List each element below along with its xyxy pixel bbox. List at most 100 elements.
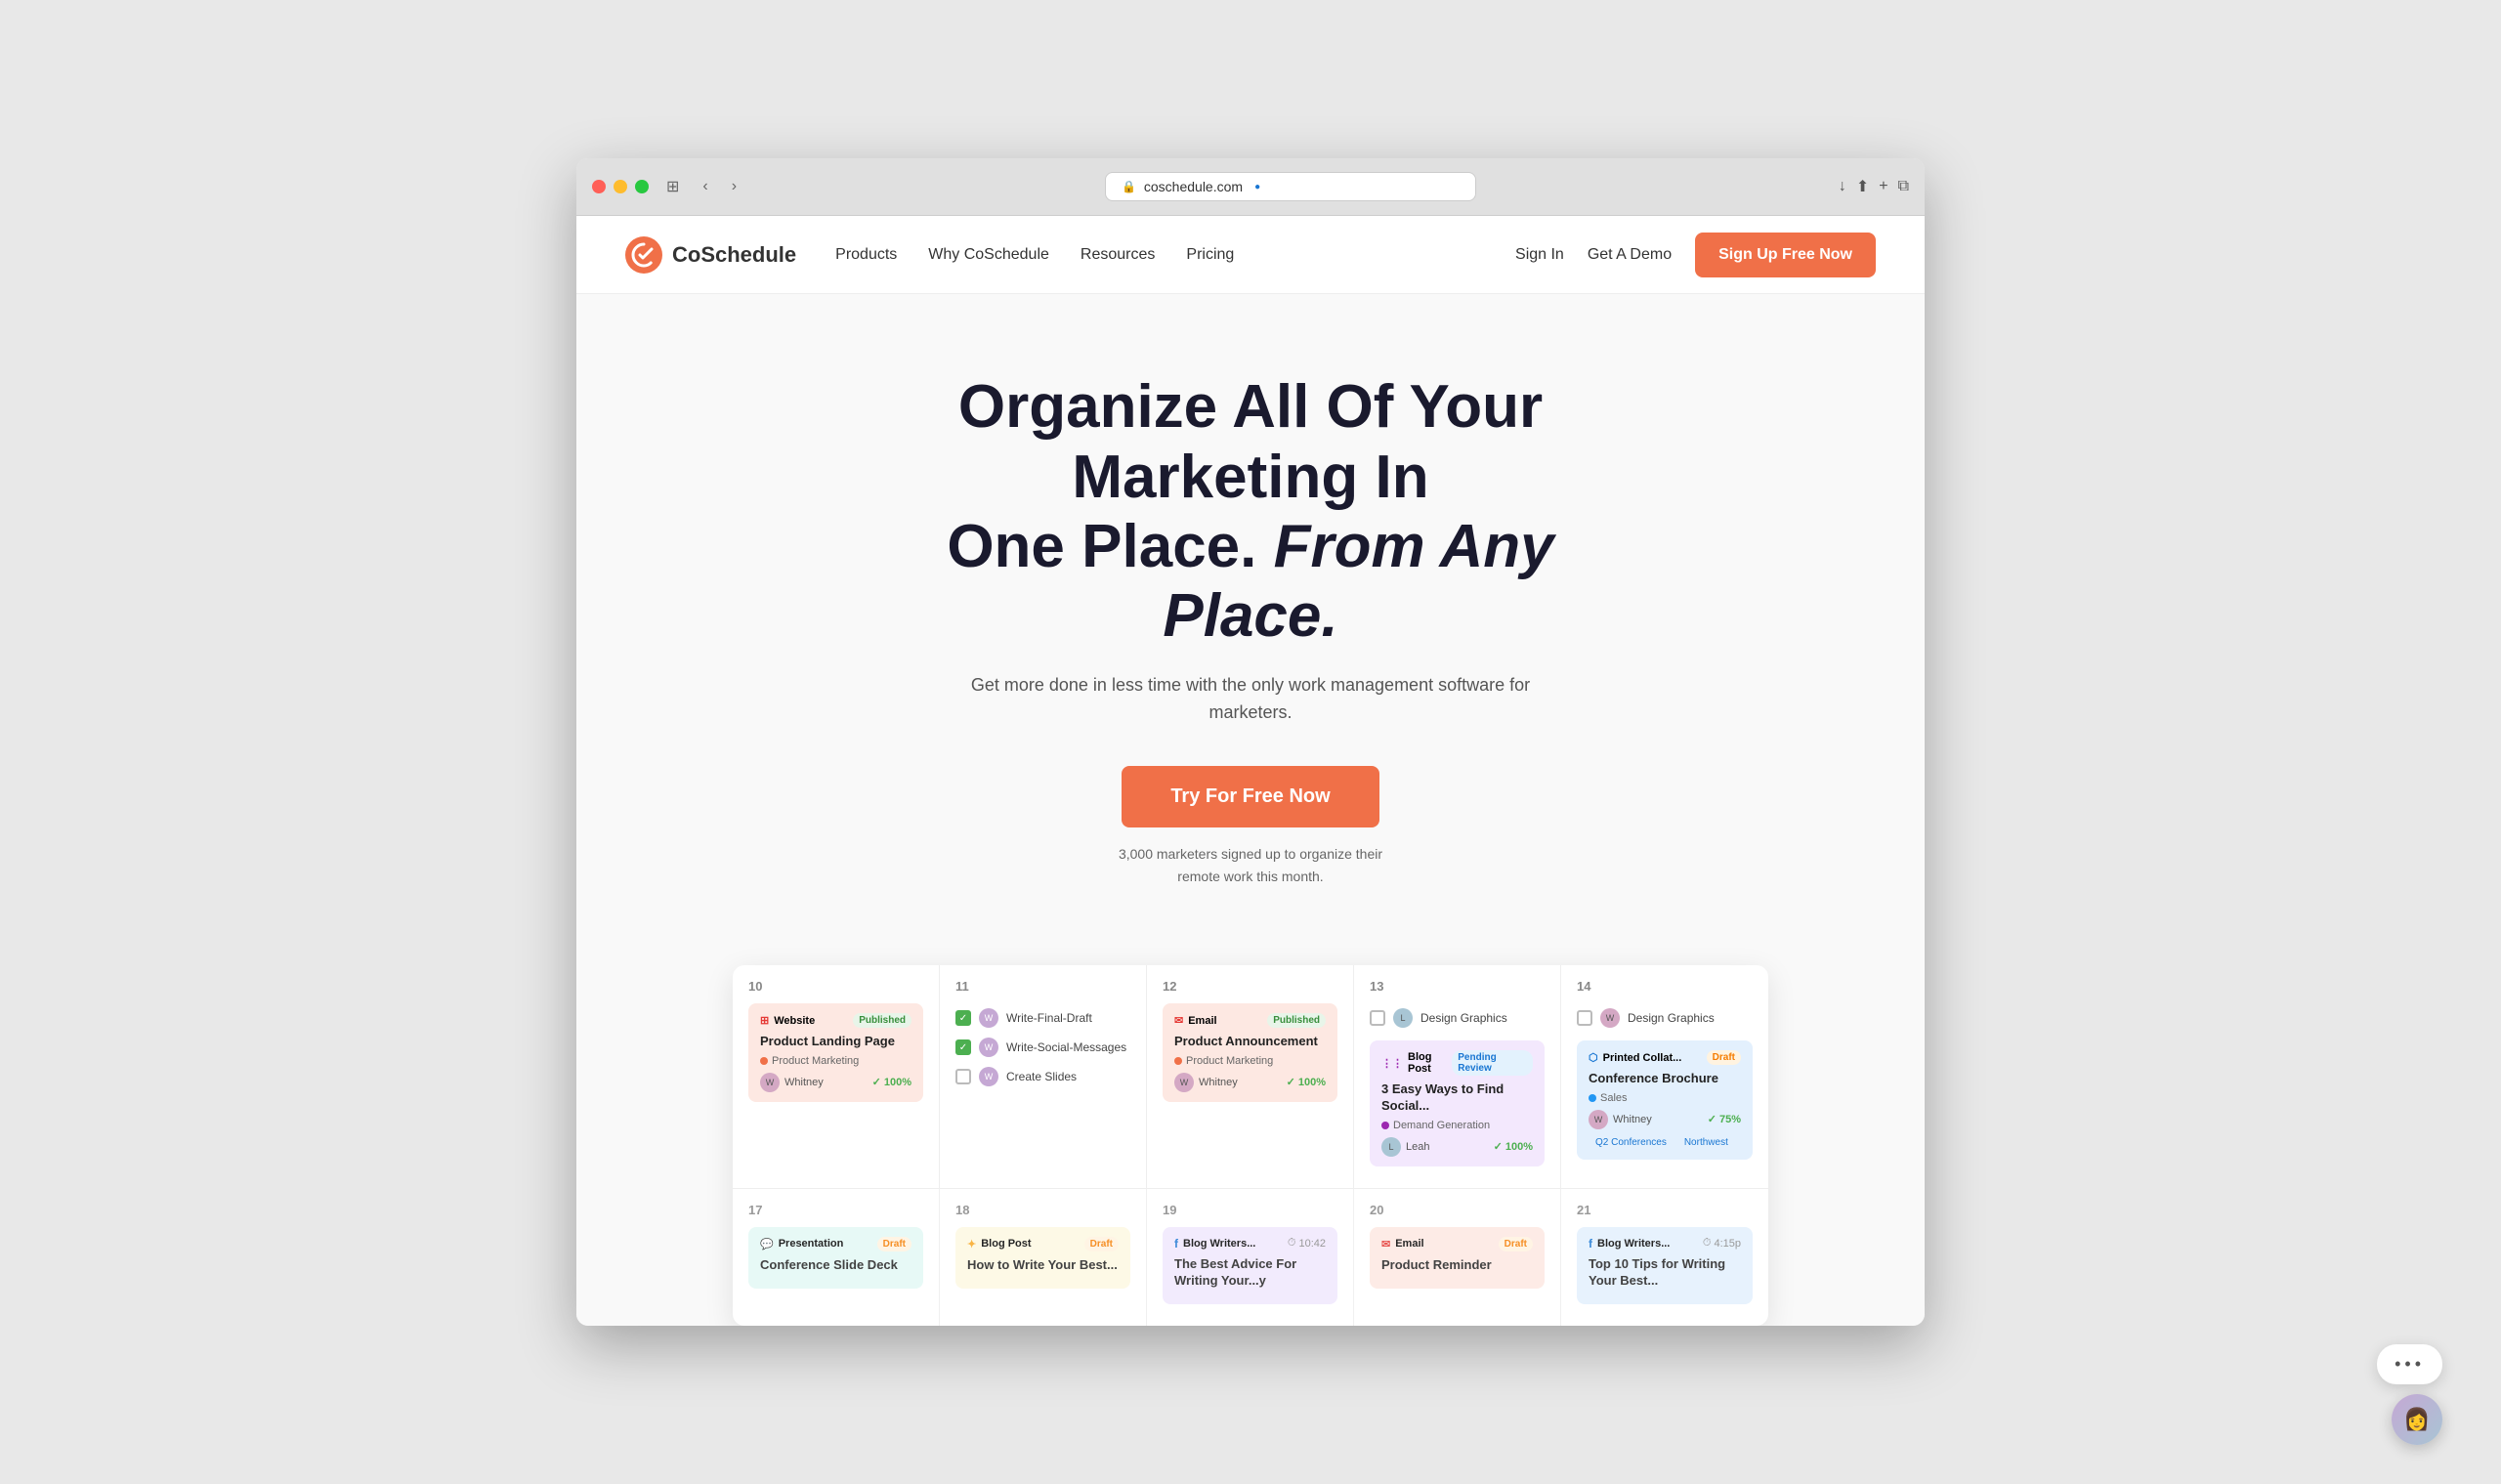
download-icon[interactable]: ↓ [1839, 178, 1846, 195]
nav-resources[interactable]: Resources [1081, 246, 1155, 263]
minimize-button[interactable] [614, 180, 627, 193]
card-assignee-collateral: W Whitney [1589, 1110, 1652, 1129]
cta-button[interactable]: Try For Free Now [1122, 766, 1378, 827]
close-button[interactable] [592, 180, 606, 193]
assignee-name-blog: Leah [1406, 1141, 1429, 1153]
nav-right: Sign In Get A Demo Sign Up Free Now [1515, 233, 1876, 277]
checkbox-design-13[interactable] [1370, 1010, 1385, 1026]
task-item-2: ✓ W Write-Social-Messages [955, 1033, 1130, 1062]
tags-row-collateral: Q2 Conferences Northwest [1589, 1135, 1741, 1150]
design-label-14: Design Graphics [1628, 1011, 1715, 1025]
browser-window: ⊞ ‹ › 🔒 coschedule.com ● ↓ ⬆ + ⧉ [576, 158, 1925, 1325]
checkbox-design-14[interactable] [1577, 1010, 1592, 1026]
avatar-1: W [979, 1008, 998, 1028]
progress-email: ✓ 100% [1287, 1076, 1326, 1088]
card-email-announcement[interactable]: ✉ Email Published Product Announcement P… [1163, 1003, 1337, 1102]
assignee-name-collateral: Whitney [1613, 1114, 1652, 1125]
card-tag: Product Marketing [760, 1055, 911, 1067]
url-text: coschedule.com [1144, 179, 1243, 194]
day-number-18: 18 [955, 1203, 1130, 1217]
card-website-landing[interactable]: ⊞ Website Published Product Landing Page… [748, 1003, 923, 1102]
checkbox-2[interactable]: ✓ [955, 1039, 971, 1055]
progress-blog: ✓ 100% [1494, 1140, 1533, 1153]
card-type-bw-21: f Blog Writers... [1589, 1237, 1670, 1251]
logo[interactable]: CoSchedule [625, 236, 796, 274]
tag-dot-collateral [1589, 1094, 1596, 1102]
day-number-14: 14 [1577, 979, 1753, 994]
chat-avatar[interactable]: 👩 [2392, 1394, 2442, 1445]
hero-subtitle: Get more done in less time with the only… [957, 671, 1544, 728]
card-badge-draft-collateral: Draft [1707, 1050, 1741, 1065]
card-type-email-20: ✉ Email [1381, 1238, 1424, 1251]
avatar-2: W [979, 1038, 998, 1057]
signup-button[interactable]: Sign Up Free Now [1695, 233, 1876, 277]
assignee-name-email: Whitney [1199, 1077, 1238, 1088]
task-item-3: W Create Slides [955, 1062, 1130, 1091]
card-type-label: Website [774, 1015, 815, 1027]
avatar-collateral: W [1589, 1110, 1608, 1129]
card-assignee-blog: L Leah [1381, 1137, 1429, 1157]
nav-pricing[interactable]: Pricing [1186, 246, 1234, 263]
checkbox-1[interactable]: ✓ [955, 1010, 971, 1026]
fb-icon-21: f [1589, 1237, 1592, 1251]
time-badge-21: ⏱ 4:15p [1703, 1237, 1741, 1250]
card-title-collateral: Conference Brochure [1589, 1071, 1741, 1087]
card-footer: W Whitney ✓ 100% [760, 1073, 911, 1092]
forward-button[interactable]: › [726, 176, 742, 197]
calendar-day-13: 13 L Design Graphics ⋮⋮ Blog Post [1354, 965, 1561, 1188]
dashboard-preview: 10 ⊞ Website Published Product Landing P… [713, 965, 1788, 1326]
assignee-name: Whitney [784, 1077, 824, 1088]
new-tab-icon[interactable]: + [1879, 178, 1887, 195]
maximize-button[interactable] [635, 180, 649, 193]
fb-icon-19: f [1174, 1237, 1178, 1251]
email-icon: ✉ [1174, 1014, 1183, 1027]
card-email-reminder[interactable]: ✉ Email Draft Product Reminder [1370, 1227, 1545, 1289]
card-blog-writers-19[interactable]: f Blog Writers... ⏱ 10:42 The Best Advic… [1163, 1227, 1337, 1304]
card-type-label-bw-19: Blog Writers... [1183, 1238, 1255, 1250]
card-title-email: Product Announcement [1174, 1034, 1326, 1050]
avatar-design-14: W [1600, 1008, 1620, 1028]
card-type-label-presentation: Presentation [779, 1238, 844, 1250]
avatar-blog: L [1381, 1137, 1401, 1157]
navigation: CoSchedule Products Why CoSchedule Resou… [576, 216, 1925, 294]
card-type-label-blog: Blog Post [1408, 1051, 1452, 1075]
tag-northwest: Northwest [1677, 1135, 1735, 1150]
cta-note-line2: remote work this month. [1177, 869, 1323, 884]
tabs-icon[interactable]: ⧉ [1898, 178, 1909, 195]
get-demo-link[interactable]: Get A Demo [1588, 246, 1672, 264]
card-type-collateral: ⬡ Printed Collat... [1589, 1051, 1681, 1064]
card-type-blog-18: ✦ Blog Post [967, 1238, 1032, 1251]
card-type-label-blog-18: Blog Post [981, 1238, 1031, 1250]
task-list: ✓ W Write-Final-Draft ✓ W Write-Social-M… [955, 1003, 1130, 1091]
checkbox-3[interactable] [955, 1069, 971, 1084]
card-title: Product Landing Page [760, 1034, 911, 1050]
calendar-day-17: 17 💬 Presentation Draft Conference Slide… [733, 1189, 940, 1326]
sidebar-toggle-button[interactable]: ⊞ [660, 175, 685, 198]
card-blog-write[interactable]: ✦ Blog Post Draft How to Write Your Best… [955, 1227, 1130, 1289]
sign-in-link[interactable]: Sign In [1515, 246, 1564, 264]
back-button[interactable]: ‹ [697, 176, 713, 197]
nav-why-coschedule[interactable]: Why CoSchedule [928, 246, 1049, 263]
website-icon: ⊞ [760, 1014, 769, 1027]
card-badge-published: Published [853, 1013, 911, 1028]
share-icon[interactable]: ⬆ [1856, 177, 1869, 196]
calendar-day-14: 14 W Design Graphics ⬡ Printed Collat... [1561, 965, 1768, 1188]
address-bar[interactable]: 🔒 coschedule.com ● [1105, 172, 1476, 201]
nav-products[interactable]: Products [835, 246, 897, 263]
progress: ✓ 100% [872, 1076, 911, 1088]
chat-widget: ••• 👩 [2377, 1344, 2442, 1445]
task-label-1: Write-Final-Draft [1006, 1011, 1092, 1025]
hero-section: Organize All Of Your Marketing In One Pl… [576, 294, 1925, 936]
chat-dots[interactable]: ••• [2377, 1344, 2442, 1384]
card-collateral-brochure[interactable]: ⬡ Printed Collat... Draft Conference Bro… [1577, 1040, 1753, 1160]
card-blog-social[interactable]: ⋮⋮ Blog Post Pending Review 3 Easy Ways … [1370, 1040, 1545, 1166]
blog-icon: ⋮⋮ [1381, 1057, 1403, 1070]
card-blog-writers-21[interactable]: f Blog Writers... ⏱ 4:15p Top 10 Tips fo… [1577, 1227, 1753, 1304]
time-badge-19: ⏱ 10:42 [1288, 1237, 1326, 1250]
card-presentation[interactable]: 💬 Presentation Draft Conference Slide De… [748, 1227, 923, 1289]
card-type-label-email-20: Email [1395, 1238, 1423, 1250]
card-footer-collateral: W Whitney ✓ 75% [1589, 1110, 1741, 1129]
address-bar-container: 🔒 coschedule.com ● [754, 172, 1827, 201]
tag-q2: Q2 Conferences [1589, 1135, 1674, 1150]
day-number-11: 11 [955, 979, 1130, 994]
